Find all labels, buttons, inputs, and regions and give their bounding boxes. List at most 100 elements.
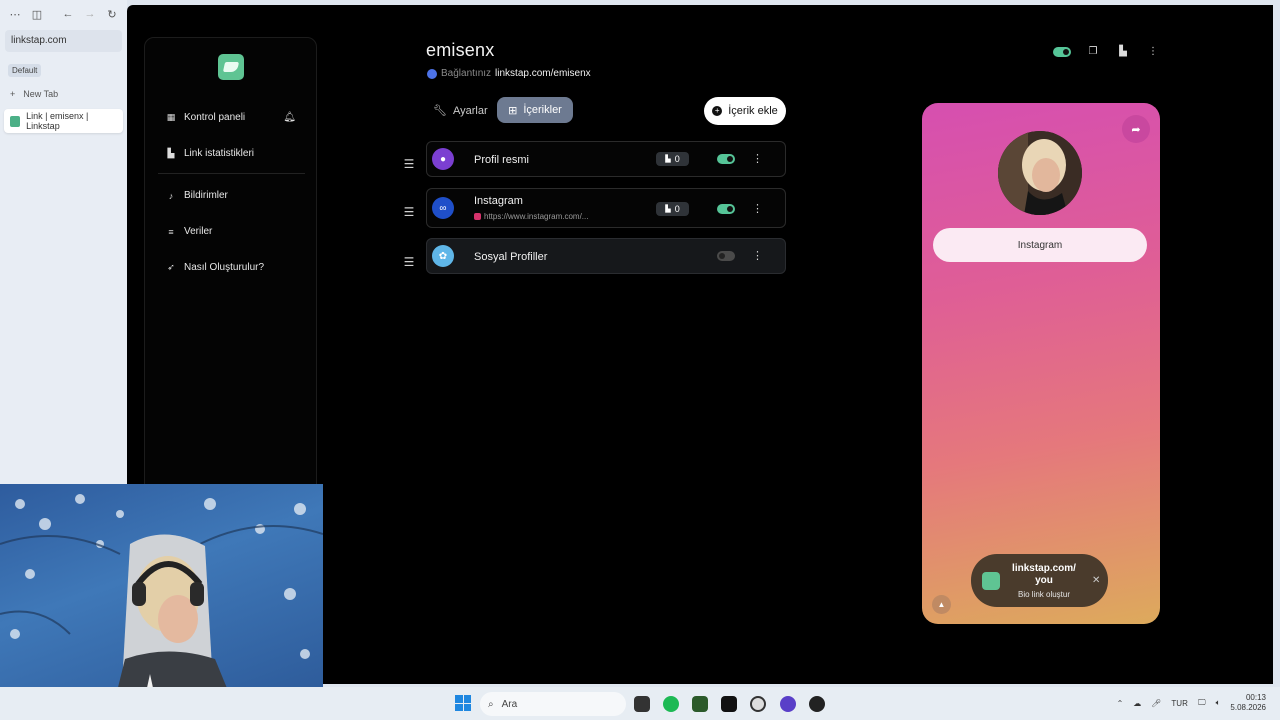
content-item-title: Instagram — [474, 195, 523, 207]
grid-icon: ⊞ — [508, 104, 518, 117]
wrench-icon: 🔧︎ — [433, 105, 447, 117]
promo-banner[interactable]: linkstap.com/ you Bio link oluştur ✕ — [971, 554, 1108, 607]
microphone-icon[interactable]: 🎤︎ — [1151, 699, 1161, 708]
sidebar-item-label: Veriler — [184, 226, 213, 237]
chart-icon: ▙ — [167, 148, 175, 158]
grid-icon: ▦ — [166, 112, 176, 122]
drag-handle-icon[interactable]: ☰ — [403, 157, 415, 171]
language-indicator[interactable]: TUR — [1171, 699, 1187, 708]
plus-icon: + — [10, 89, 16, 99]
spotify-icon[interactable] — [663, 696, 679, 712]
copy-icon[interactable]: ❐ — [1085, 45, 1101, 59]
file-explorer-icon[interactable] — [634, 696, 650, 712]
linkstap-favicon-icon — [10, 115, 21, 127]
chart-icon: ▙ — [665, 206, 671, 213]
sidebar-item-label: Kontrol paneli — [184, 112, 246, 123]
arrow-up-icon[interactable]: ▲ — [932, 595, 951, 614]
more-icon[interactable]: ⋯ — [6, 8, 24, 21]
sidebar-toggle-icon[interactable]: ◫ — [28, 8, 46, 21]
volume-icon[interactable]: 🔈︎ — [1216, 698, 1221, 708]
rocket-icon: ➶ — [167, 262, 175, 272]
sidebar-item-data[interactable]: ≡ Veriler — [166, 226, 296, 237]
sidebar-item-howto[interactable]: ➶ Nasıl Oluşturulur? — [166, 262, 296, 273]
instagram-link-button[interactable]: Instagram — [933, 228, 1147, 262]
content-item[interactable]: ✿ Sosyal Profiller ⋮ — [426, 238, 786, 274]
more-vertical-icon[interactable]: ⋮ — [752, 152, 763, 165]
content-item-title: Sosyal Profiller — [474, 251, 548, 263]
users-icon: ✿ — [432, 245, 454, 267]
browser-icon[interactable] — [780, 696, 796, 712]
taskbar-search[interactable]: ⌕ Ara — [480, 692, 626, 716]
content-item-toggle[interactable] — [717, 204, 735, 214]
more-vertical-icon[interactable]: ⋮ — [1145, 45, 1161, 59]
tab-contents[interactable]: ⊞ İçerikler — [497, 97, 573, 123]
clock-date: 5.08.2026 — [1230, 703, 1266, 712]
windows-start-icon[interactable] — [455, 695, 471, 711]
add-content-label: İçerik ekle — [728, 105, 778, 117]
search-icon: ⌕ — [488, 698, 494, 710]
linkstap-logo[interactable] — [218, 54, 244, 80]
bell-icon[interactable]: 🔔︎ — [283, 112, 296, 123]
content-item-url-text: https://www.instagram.com/... — [484, 212, 589, 221]
obs-icon[interactable] — [721, 696, 737, 712]
plus-circle-icon: + — [712, 106, 723, 116]
connection-link[interactable]: linkstap.com/emisenx — [495, 68, 591, 79]
globe-icon — [427, 68, 437, 79]
add-content-button[interactable]: + İçerik ekle — [704, 97, 786, 125]
sidebar-item-label: Link istatistikleri — [184, 148, 255, 159]
tab-settings[interactable]: 🔧︎ Ayarlar — [433, 104, 488, 118]
avatar-photo — [998, 131, 1082, 215]
cloud-icon[interactable]: ☁ — [1133, 699, 1141, 708]
tab-contents-label: İçerikler — [523, 104, 562, 116]
reload-icon[interactable]: ↻ — [103, 8, 121, 21]
back-icon[interactable]: ← — [59, 8, 77, 20]
forward-icon[interactable]: → — [81, 8, 99, 20]
clock-time: 00:13 — [1245, 693, 1266, 702]
click-count: 0 — [674, 204, 680, 214]
drag-handle-icon[interactable]: ☰ — [403, 255, 415, 269]
chart-icon[interactable]: ▙ — [1115, 45, 1131, 59]
profile-chip[interactable]: Default — [8, 64, 42, 77]
share-icon[interactable]: ➦ — [1122, 115, 1150, 143]
webcam-overlay — [0, 484, 323, 720]
app-sidebar: ▦ Kontrol paneli 🔔︎ ▙ Link istatistikler… — [144, 37, 317, 497]
user-icon: ● — [432, 148, 454, 170]
click-count-badge: ▙ 0 — [656, 152, 689, 166]
browser-tab[interactable]: Link | emisenx | Linkstap — [4, 109, 123, 133]
new-tab-button[interactable]: + New Tab — [0, 83, 127, 105]
profile-visibility-toggle[interactable] — [1053, 47, 1071, 57]
chatgpt-icon[interactable] — [750, 696, 766, 712]
click-count-badge: ▙ 0 — [656, 202, 689, 216]
connection-info: Bağlantınız linkstap.com/emisenx — [427, 68, 591, 79]
chart-icon: ▙ — [665, 156, 671, 163]
promo-cta: Bio link oluştur — [1017, 589, 1071, 599]
avatar — [998, 131, 1082, 215]
sidebar-item-dashboard[interactable]: ▦ Kontrol paneli 🔔︎ — [166, 112, 296, 123]
more-vertical-icon[interactable]: ⋮ — [752, 249, 763, 262]
taskbar-search-placeholder: Ara — [501, 698, 518, 710]
content-item-toggle[interactable] — [717, 251, 735, 261]
content-item[interactable]: ∞ Instagram https://www.instagram.com/..… — [426, 188, 786, 228]
address-bar[interactable]: linkstap.com — [5, 30, 122, 52]
sidebar-item-label: Nasıl Oluşturulur? — [184, 262, 265, 273]
sidebar-divider — [158, 173, 305, 174]
sidebar-item-stats[interactable]: ▙ Link istatistikleri — [166, 148, 296, 159]
promo-link: linkstap.com/ you — [1012, 562, 1076, 586]
clock[interactable]: 00:13 5.08.2026 — [1230, 693, 1266, 713]
content-item-url: https://www.instagram.com/... — [474, 212, 588, 221]
system-tray: ⌃ ☁ 🎤︎ TUR 🖵︎ 🔈︎ 00:13 5.08.2026 — [1117, 693, 1266, 713]
profile-preview: ➦ Instagram linkstap.com/ you Bio link o… — [922, 103, 1160, 624]
content-item[interactable]: ● Profil resmi ▙ 0 ⋮ — [426, 141, 786, 177]
app-icon[interactable] — [809, 696, 825, 712]
drag-handle-icon[interactable]: ☰ — [403, 205, 415, 219]
page-title: emisenx — [426, 40, 495, 60]
network-icon[interactable]: 🖵︎ — [1198, 698, 1206, 708]
taskbar: ⌕ Ara ⌃ ☁ 🎤︎ TUR 🖵︎ 🔈︎ 00:13 5.08.2026 — [0, 687, 1280, 720]
content-item-toggle[interactable] — [717, 154, 735, 164]
app-icon[interactable] — [692, 696, 708, 712]
more-vertical-icon[interactable]: ⋮ — [752, 202, 763, 215]
sidebar-item-notifications[interactable]: ♪ Bildirimler — [166, 190, 296, 201]
close-icon[interactable]: ✕ — [1092, 575, 1100, 586]
tab-settings-label: Ayarlar — [452, 104, 488, 117]
chevron-up-icon[interactable]: ⌃ — [1117, 699, 1124, 708]
